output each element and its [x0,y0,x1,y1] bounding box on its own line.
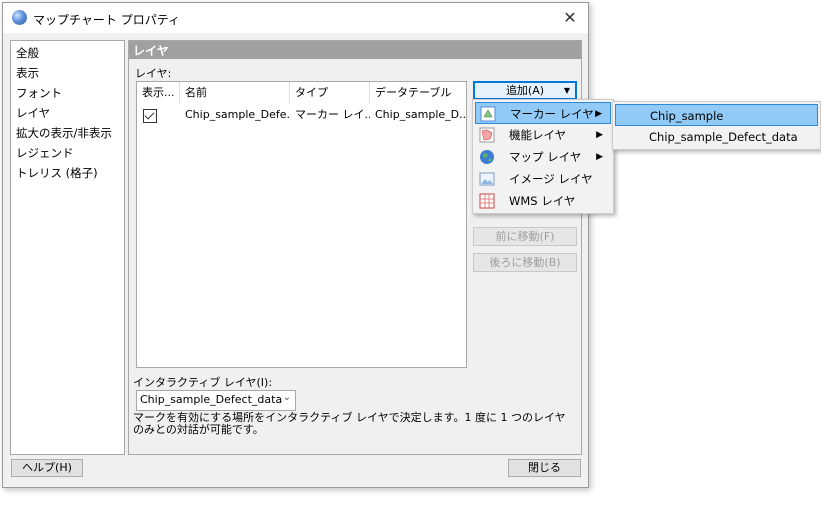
menu-item-marker-layer[interactable]: マーカー レイヤ ▶ [475,102,611,124]
feature-layer-icon [479,127,495,143]
menu-item-label: 機能レイヤ [509,128,567,142]
layers-label: レイヤ: [135,67,172,80]
interactive-layer-label: インタラクティブ レイヤ(I): [133,376,273,389]
column-header-visible[interactable]: 表示... [137,82,180,104]
submenu-arrow-icon: ▶ [595,109,602,119]
globe-icon [480,150,494,164]
submenu-item-chip-sample[interactable]: Chip_sample [615,104,818,126]
category-list: 全般 表示 フォント レイヤ 拡大の表示/非表示 レジェンド トレリス (格子) [10,40,125,455]
marker-layer-icon [480,106,496,122]
interactive-layer-description: マークを有効にする場所をインタラクティブ レイヤで決定します。1 度に 1 つの… [133,411,566,436]
globe-app-icon [12,10,27,25]
nav-item-trellis[interactable]: トレリス (格子) [16,165,98,181]
title-bar: マップチャート プロパティ ✕ [3,3,588,33]
column-header-data-table[interactable]: データテーブル [370,82,466,104]
column-header-type[interactable]: タイプ [290,82,370,104]
menu-item-label: イメージ レイヤ [509,172,593,186]
menu-item-label: マップ レイヤ [509,150,582,164]
nav-item-display[interactable]: 表示 [16,65,39,81]
nav-item-general[interactable]: 全般 [16,45,39,61]
layer-visible-checkbox[interactable] [143,109,157,123]
dropdown-arrow-icon: ▼ [563,86,570,95]
marker-layer-submenu: Chip_sample Chip_sample_Defect_data [612,101,821,150]
add-layer-menu: マーカー レイヤ ▶ 機能レイヤ ▶ マップ レイヤ ▶ イメージ レイヤ WM… [472,99,614,214]
move-up-button[interactable]: 前に移動(F) [473,227,577,246]
section-title: レイヤ [133,44,169,58]
dialog-window: マップチャート プロパティ ✕ 全般 表示 フォント レイヤ 拡大の表示/非表示… [2,2,589,488]
menu-item-wms-layer[interactable]: WMS レイヤ [475,190,611,212]
add-layer-label: 追加(A) [505,84,545,97]
add-layer-button[interactable]: 追加(A) ▼ [473,81,577,100]
menu-item-label: マーカー レイヤ [510,107,594,121]
layer-data-table-cell[interactable]: Chip_sample_D... [370,106,466,124]
submenu-item-chip-sample-defect-data[interactable]: Chip_sample_Defect_data [615,126,818,148]
window-title: マップチャート プロパティ [33,13,180,27]
close-window-button[interactable]: ✕ [559,8,581,28]
interactive-layer-value: Chip_sample_Defect_data [140,393,283,406]
submenu-item-label: Chip_sample [650,109,724,123]
menu-item-map-layer[interactable]: マップ レイヤ ▶ [475,146,611,168]
layer-name-cell[interactable]: Chip_sample_Defe... [180,106,290,124]
menu-item-label: WMS レイヤ [509,194,576,208]
menu-item-image-layer[interactable]: イメージ レイヤ [475,168,611,190]
nav-item-font[interactable]: フォント [16,85,62,101]
image-layer-icon [479,172,495,186]
close-button[interactable]: 閉じる [508,459,581,477]
interactive-layer-select[interactable]: Chip_sample_Defect_data ⌄ [136,390,296,411]
chevron-down-icon: ⌄ [282,392,291,403]
section-header: レイヤ [129,41,581,59]
layer-type-cell[interactable]: マーカー レイ... [290,106,370,124]
submenu-item-label: Chip_sample_Defect_data [649,130,798,144]
nav-item-zoom-visibility[interactable]: 拡大の表示/非表示 [16,125,112,141]
move-down-button[interactable]: 後ろに移動(B) [473,253,577,272]
submenu-arrow-icon: ▶ [596,152,603,162]
layers-table: 表示... 名前 タイプ データテーブル Chip_sample_Defe...… [136,81,467,368]
nav-item-legend[interactable]: レジェンド [16,145,74,161]
nav-item-layer[interactable]: レイヤ [16,105,50,121]
wms-layer-icon [479,193,495,209]
menu-item-feature-layer[interactable]: 機能レイヤ ▶ [475,124,611,146]
submenu-arrow-icon: ▶ [596,130,603,140]
help-button[interactable]: ヘルプ(H) [11,459,83,477]
column-header-name[interactable]: 名前 [180,82,290,104]
